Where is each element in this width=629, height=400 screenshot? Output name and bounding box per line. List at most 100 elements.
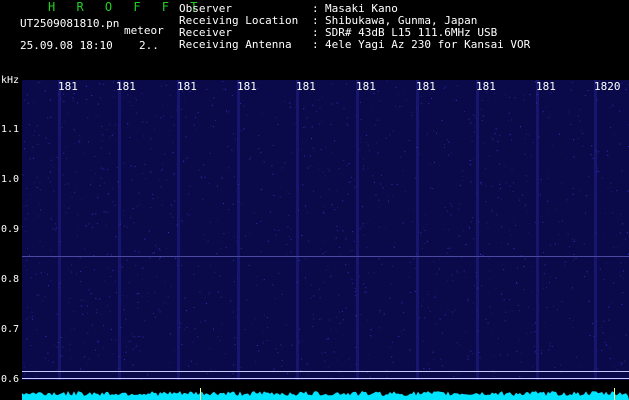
noise-speckle	[36, 294, 38, 296]
noise-speckle	[357, 352, 359, 353]
noise-speckle	[574, 239, 576, 241]
noise-speckle	[572, 238, 573, 240]
noise-speckle	[359, 228, 361, 230]
noise-speckle	[321, 121, 323, 123]
noise-speckle	[338, 168, 340, 170]
noise-speckle	[260, 220, 262, 222]
noise-speckle	[275, 234, 277, 236]
noise-speckle	[289, 236, 291, 238]
noise-speckle	[254, 318, 256, 320]
noise-speckle	[222, 88, 224, 90]
noise-speckle	[392, 195, 394, 197]
noise-speckle	[236, 240, 238, 242]
noise-speckle	[158, 179, 160, 181]
noise-speckle	[301, 358, 302, 360]
noise-speckle	[485, 318, 487, 320]
noise-speckle	[47, 273, 48, 275]
noise-speckle	[348, 358, 350, 360]
noise-speckle	[532, 324, 534, 326]
noise-speckle	[86, 364, 88, 366]
noise-speckle	[496, 149, 498, 151]
noise-speckle	[541, 216, 543, 218]
noise-speckle	[472, 159, 474, 161]
noise-speckle	[209, 99, 210, 101]
noise-speckle	[583, 276, 585, 278]
noise-speckle	[360, 101, 361, 103]
noise-speckle	[335, 338, 337, 340]
noise-speckle	[369, 218, 371, 220]
noise-speckle	[467, 355, 469, 357]
noise-speckle	[243, 105, 245, 107]
noise-speckle	[424, 242, 426, 244]
noise-speckle	[141, 279, 143, 281]
noise-speckle	[35, 273, 37, 275]
noise-speckle	[214, 272, 216, 274]
noise-speckle	[118, 261, 120, 263]
noise-speckle	[449, 203, 451, 204]
noise-speckle	[68, 112, 70, 114]
noise-speckle	[126, 236, 128, 238]
noise-speckle	[475, 223, 477, 225]
noise-speckle	[117, 181, 119, 183]
noise-speckle	[33, 134, 34, 136]
noise-speckle	[566, 199, 568, 201]
noise-speckle	[291, 344, 293, 346]
noise-speckle	[179, 327, 181, 329]
noise-speckle	[428, 102, 430, 104]
noise-speckle	[360, 141, 362, 143]
noise-speckle	[23, 205, 25, 207]
noise-speckle	[588, 176, 590, 178]
noise-speckle	[513, 218, 514, 220]
noise-speckle	[197, 265, 199, 267]
noise-speckle	[161, 204, 163, 206]
noise-speckle	[161, 168, 163, 170]
noise-speckle	[78, 228, 80, 230]
x-tick-label: 1820	[594, 80, 621, 93]
noise-speckle	[310, 284, 312, 286]
noise-speckle	[342, 335, 344, 337]
noise-speckle	[32, 101, 34, 103]
noise-speckle	[343, 319, 345, 321]
y-tick-label: 0.6	[1, 374, 20, 385]
noise-speckle	[497, 337, 499, 339]
noise-speckle	[222, 81, 224, 83]
noise-speckle	[297, 106, 298, 108]
noise-speckle	[274, 229, 276, 231]
noise-speckle	[72, 97, 74, 99]
noise-speckle	[572, 327, 574, 329]
noise-speckle	[339, 322, 341, 324]
noise-speckle	[307, 167, 309, 169]
noise-speckle	[492, 139, 494, 141]
noise-speckle	[50, 116, 52, 118]
noise-speckle	[522, 95, 524, 97]
noise-speckle	[471, 140, 473, 142]
noise-speckle	[313, 295, 315, 297]
noise-speckle	[532, 142, 534, 144]
noise-speckle	[324, 175, 326, 177]
noise-speckle	[286, 244, 288, 245]
noise-speckle	[569, 318, 571, 319]
noise-speckle	[421, 247, 423, 249]
noise-speckle	[26, 318, 28, 320]
noise-speckle	[476, 276, 478, 278]
noise-speckle	[528, 223, 530, 225]
noise-speckle	[287, 226, 289, 228]
noise-speckle	[522, 375, 524, 377]
noise-speckle	[130, 165, 132, 167]
noise-speckle	[457, 271, 459, 273]
noise-speckle	[403, 329, 405, 331]
noise-speckle	[399, 106, 401, 108]
noise-speckle	[379, 100, 381, 102]
noise-speckle	[44, 271, 45, 273]
noise-speckle	[52, 228, 54, 230]
noise-speckle	[334, 209, 336, 211]
noise-speckle	[122, 210, 124, 212]
noise-speckle	[453, 98, 455, 100]
noise-speckle	[441, 120, 443, 122]
noise-speckle	[287, 372, 289, 374]
noise-speckle	[427, 133, 429, 135]
noise-speckle	[304, 277, 306, 279]
noise-speckle	[110, 276, 112, 277]
noise-speckle	[331, 152, 333, 154]
noise-speckle	[73, 311, 75, 313]
